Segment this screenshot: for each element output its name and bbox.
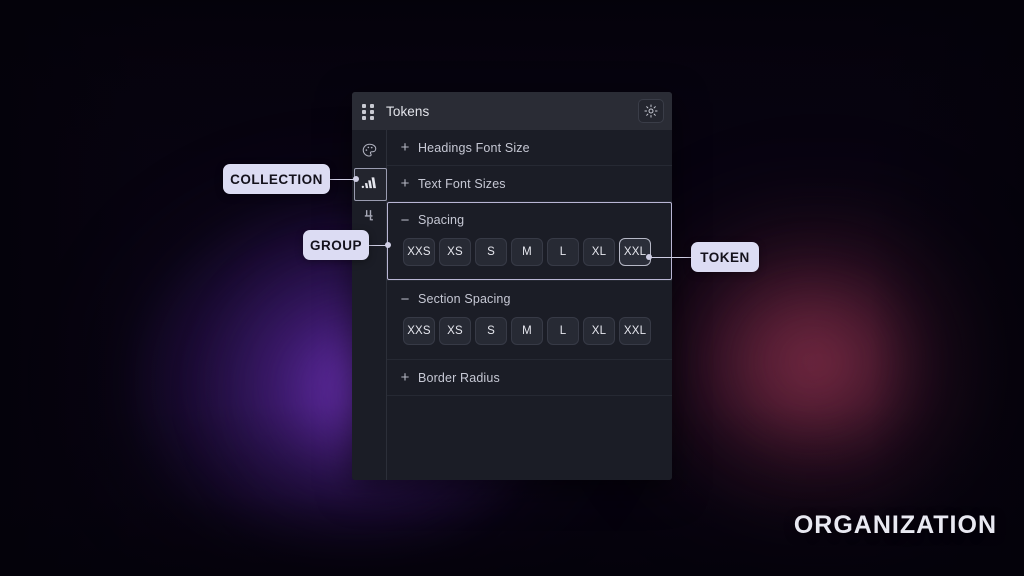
grid-dots-icon: [362, 103, 375, 120]
collapse-sign: −: [400, 290, 410, 308]
connector-dot-collection: [353, 176, 359, 182]
row-label: Text Font Sizes: [418, 176, 506, 191]
row-label: Headings Font Size: [418, 140, 530, 155]
token-chip[interactable]: XXS: [403, 317, 435, 345]
tokens-panel: Tokens + Headings Font Size + Text Font …: [352, 92, 672, 480]
annotation-group: GROUP: [303, 230, 369, 260]
group-label: Spacing: [418, 213, 465, 227]
token-chip[interactable]: XXS: [403, 238, 435, 266]
token-chip-list-section-spacing: XXS XS S M L XL XXL: [387, 317, 672, 359]
token-chip[interactable]: S: [475, 238, 507, 266]
token-chip[interactable]: S: [475, 317, 507, 345]
token-chip[interactable]: XS: [439, 317, 471, 345]
group-header-spacing[interactable]: − Spacing: [387, 202, 672, 238]
token-chip-list-spacing: XXS XS S M L XL XXL: [387, 238, 672, 280]
palette-icon: [362, 143, 377, 157]
group-header-section-spacing[interactable]: − Section Spacing: [387, 281, 672, 317]
token-chip[interactable]: L: [547, 317, 579, 345]
token-chip[interactable]: XXL: [619, 317, 651, 345]
theme-toggle-button[interactable]: [638, 99, 664, 123]
token-chip[interactable]: XL: [583, 238, 615, 266]
connector-dot-group: [385, 242, 391, 248]
typography-bars-icon: [361, 177, 376, 189]
screenshot-stage: Tokens + Headings Font Size + Text Font …: [0, 0, 1024, 576]
token-chip[interactable]: XS: [439, 238, 471, 266]
connector-token: [648, 256, 691, 258]
slide-caption: ORGANIZATION: [793, 511, 997, 539]
token-group-spacing: − Spacing XXS XS S M L XL XXL: [387, 202, 672, 281]
rail-item-spacing[interactable]: [352, 200, 387, 233]
sun-icon: [644, 104, 658, 118]
rail-item-colors[interactable]: [352, 134, 387, 167]
panel-body: + Headings Font Size + Text Font Sizes −…: [352, 130, 672, 480]
group-label: Section Spacing: [418, 292, 511, 306]
connector-dot-token: [646, 254, 652, 260]
collapsed-row-text-font-sizes[interactable]: + Text Font Sizes: [387, 166, 672, 202]
expand-sign: +: [400, 369, 410, 386]
panel-rail: [352, 130, 387, 480]
token-chip[interactable]: L: [547, 238, 579, 266]
token-chip[interactable]: M: [511, 238, 543, 266]
spacing-ruler-icon: [364, 210, 373, 221]
panel-content: + Headings Font Size + Text Font Sizes −…: [387, 130, 672, 480]
token-group-section-spacing: − Section Spacing XXS XS S M L XL XXL: [387, 281, 672, 360]
token-chip[interactable]: M: [511, 317, 543, 345]
token-chip[interactable]: XL: [583, 317, 615, 345]
collapsed-row-headings-font-size[interactable]: + Headings Font Size: [387, 130, 672, 166]
token-chip-selected[interactable]: XXL: [619, 238, 651, 266]
collapse-sign: −: [400, 211, 410, 229]
expand-sign: +: [400, 175, 410, 192]
annotation-token: TOKEN: [691, 242, 759, 272]
background-glow-maroon-core: [690, 250, 930, 470]
annotation-collection: COLLECTION: [223, 164, 330, 194]
row-label: Border Radius: [418, 370, 500, 385]
rail-item-typography[interactable]: [352, 167, 387, 201]
panel-title: Tokens: [386, 103, 430, 119]
expand-sign: +: [400, 139, 410, 156]
panel-header: Tokens: [352, 92, 672, 130]
collapsed-row-border-radius[interactable]: + Border Radius: [387, 360, 672, 396]
